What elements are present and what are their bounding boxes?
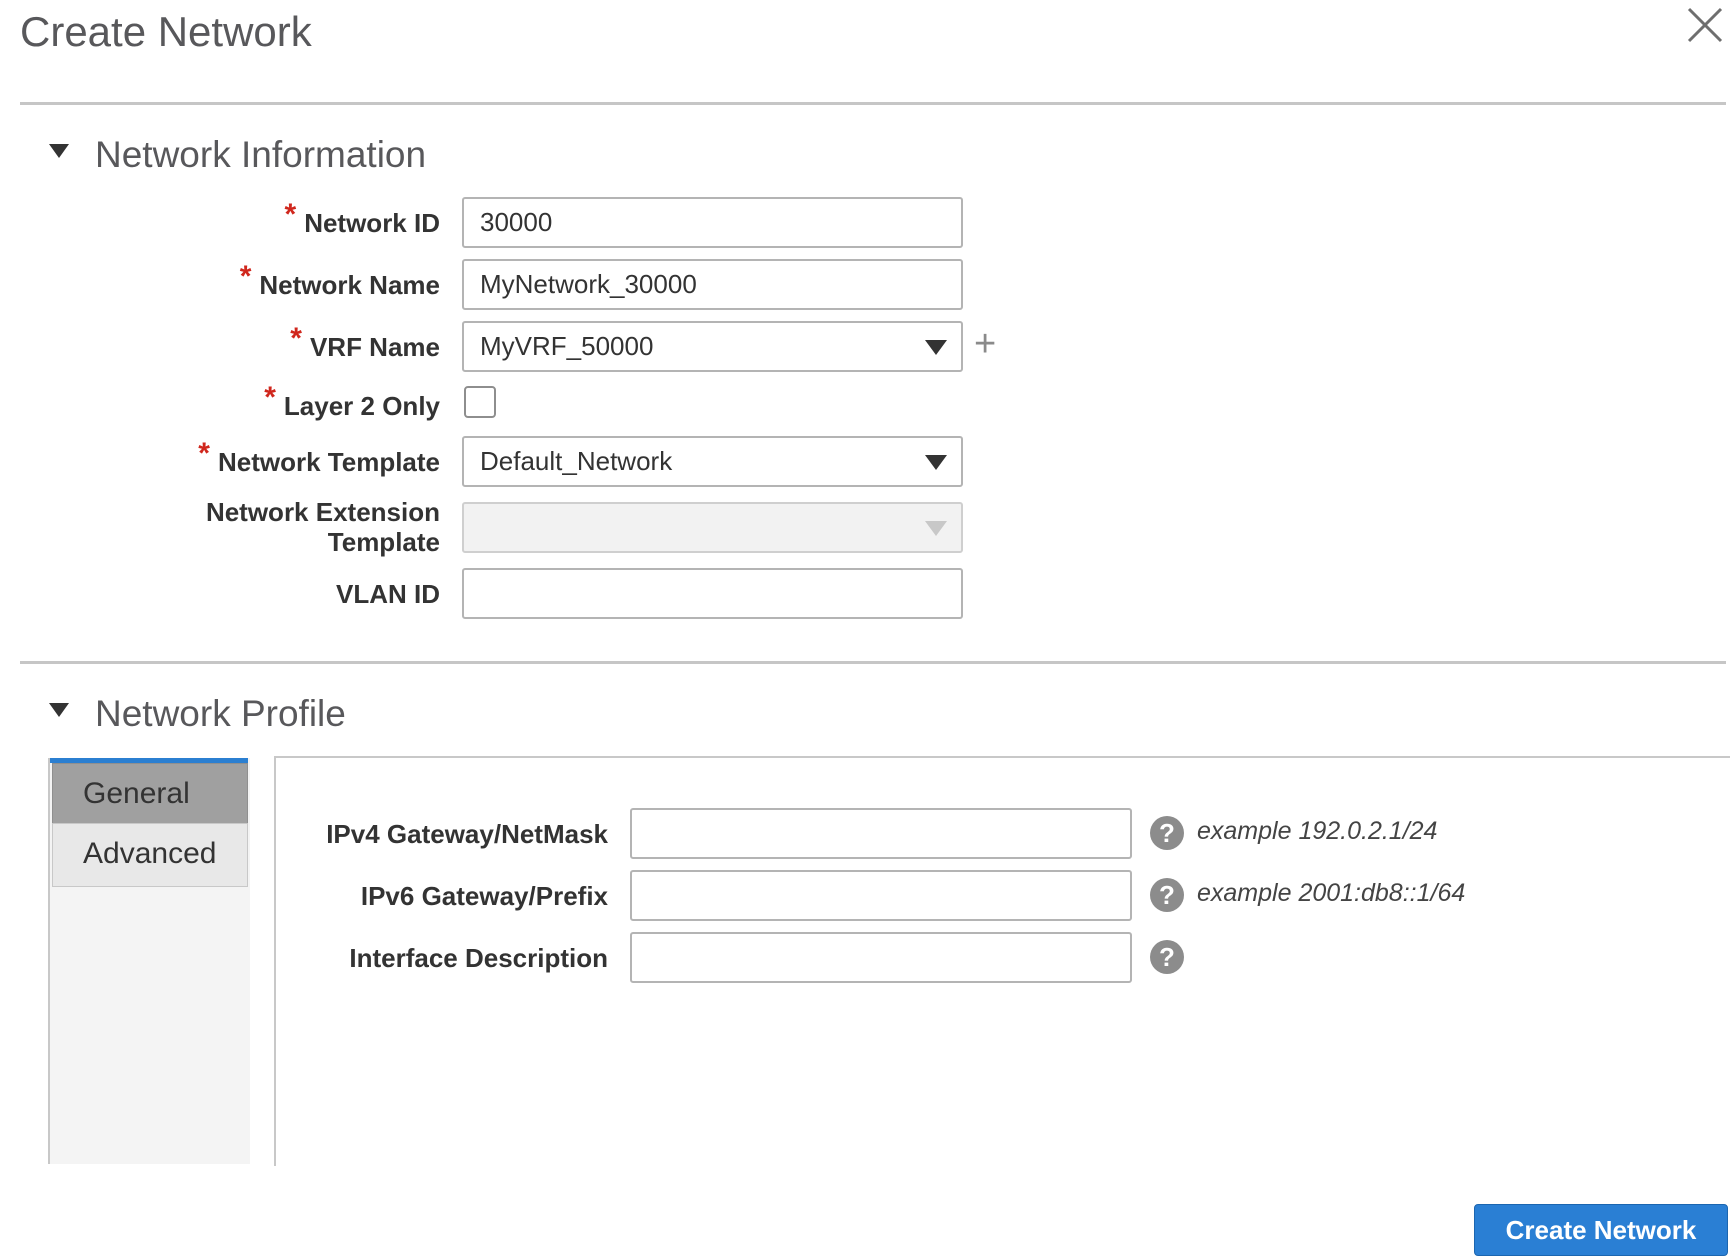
ipv6-gateway-label: IPv6 Gateway/Prefix [360,881,608,911]
ipv4-gateway-label: IPv4 Gateway/NetMask [326,819,608,849]
network-template-select[interactable]: Default_Network [462,436,963,487]
dialog-title: Create Network [20,8,312,55]
help-icon[interactable]: ? [1150,940,1184,974]
network-id-label: * Network ID [285,200,441,239]
caret-down-icon[interactable] [49,144,69,158]
network-extension-template-select [462,502,963,553]
dropdown-arrow-icon [925,521,947,536]
required-asterisk: * [198,437,210,470]
dropdown-arrow-icon [925,340,947,355]
required-asterisk: * [264,381,276,414]
vrf-name-label: * VRF Name [290,324,440,363]
network-template-label-text: Network Template [217,447,440,477]
vrf-name-value: MyVRF_50000 [480,331,654,361]
header-divider [20,102,1726,105]
required-asterisk: * [239,260,252,293]
layer2-only-label-text: Layer 2 Only [283,391,440,421]
create-network-button[interactable]: Create Network [1474,1204,1728,1256]
vlan-id-input[interactable] [462,568,963,619]
tab-general[interactable]: General [52,763,248,825]
section-title-network-information: Network Information [95,134,427,175]
add-vrf-icon[interactable]: + [974,325,996,363]
interface-description-label: Interface Description [349,943,608,973]
network-id-label-text: Network ID [304,208,440,238]
vlan-id-label: VLAN ID [336,579,440,609]
help-icon[interactable]: ? [1150,878,1184,912]
close-icon[interactable] [1686,6,1724,44]
network-name-label: * Network Name [240,262,440,301]
required-asterisk: * [284,198,297,231]
layer2-only-checkbox[interactable] [464,386,496,418]
ipv6-gateway-input[interactable] [630,870,1132,921]
ipv6-hint: example 2001:db8::1/64 [1197,879,1466,907]
required-asterisk: * [290,322,302,355]
caret-down-icon[interactable] [49,703,69,717]
dropdown-arrow-icon [925,455,947,470]
network-template-label: * Network Template [198,439,440,478]
ipv4-gateway-input[interactable] [630,808,1132,859]
help-icon[interactable]: ? [1150,816,1184,850]
vrf-name-label-text: VRF Name [309,332,440,362]
network-template-value: Default_Network [480,446,673,476]
network-id-input[interactable] [462,197,963,248]
layer2-only-label: * Layer 2 Only [264,383,440,422]
section-divider [20,661,1726,664]
tab-advanced[interactable]: Advanced [52,823,248,887]
vrf-name-select[interactable]: MyVRF_50000 [462,321,963,372]
network-name-label-text: Network Name [259,270,440,300]
network-extension-template-label: Network Extension Template [205,497,440,557]
section-title-network-profile: Network Profile [95,693,346,734]
interface-description-input[interactable] [630,932,1132,983]
network-name-input[interactable] [462,259,963,310]
ipv4-hint: example 192.0.2.1/24 [1197,817,1438,845]
